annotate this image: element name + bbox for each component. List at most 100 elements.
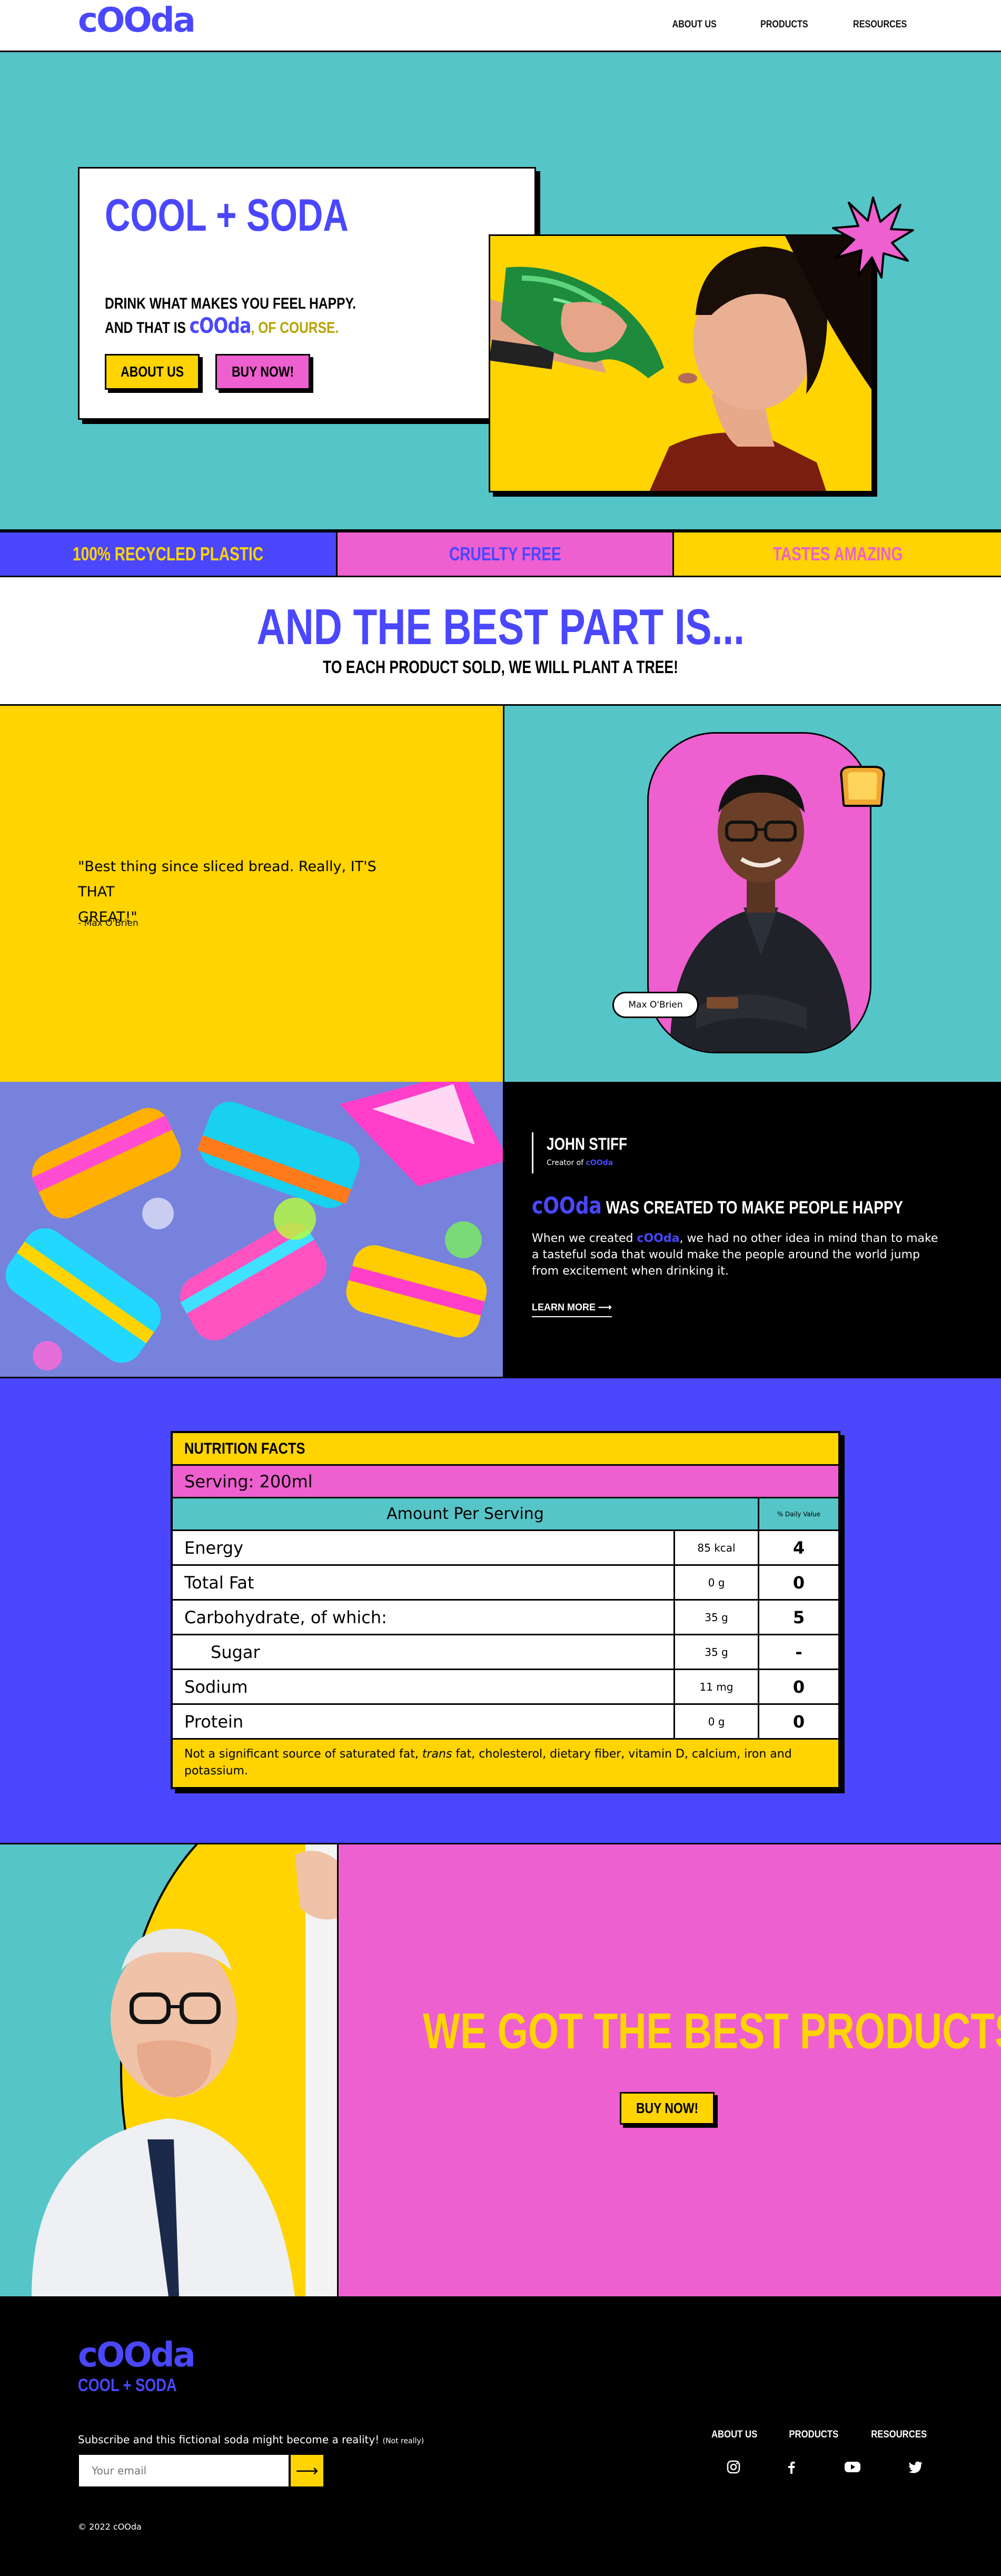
- surprised-man-illustration: [0, 1844, 337, 2296]
- footnote-italic: trans: [422, 1748, 452, 1761]
- daily-value-header: % Daily Value: [777, 1510, 821, 1518]
- founder-story-panel: JOHN STIFF Creator of cOOda cOOda WAS CR…: [504, 1082, 1001, 1377]
- footer: cOOda COOL + SODA Subscribe and this fic…: [0, 2296, 1001, 2576]
- testimonial-quote-panel: "Best thing since sliced bread. Really, …: [0, 706, 504, 1082]
- strip-cruelty-free-label: CRUELTY FREE: [449, 543, 561, 565]
- nutrition-serving: Serving: 200ml: [173, 1466, 838, 1498]
- strip-recycled-label: 100% RECYCLED PLASTIC: [72, 543, 263, 565]
- copyright: © 2022 cOOda: [78, 2522, 142, 2532]
- nutrient-daily-value: 5: [792, 1607, 805, 1627]
- nutrient-amount: 35 g: [675, 1635, 759, 1669]
- hero-title: COOL + SODA: [105, 190, 349, 241]
- nutrition-footnote: Not a significant source of saturated fa…: [173, 1740, 838, 1787]
- nutrient-daily-value: 0: [792, 1676, 805, 1697]
- nav-link-resources[interactable]: RESOURCES: [853, 19, 907, 31]
- facebook-icon[interactable]: [782, 2457, 801, 2476]
- drinking-person-illustration: [490, 236, 871, 491]
- strip-cruelty-free: CRUELTY FREE: [336, 531, 674, 577]
- table-row: Protein 0 g 0: [173, 1705, 838, 1740]
- youtube-icon[interactable]: [843, 2457, 862, 2476]
- learn-more-link[interactable]: LEARN MORE ⟶: [532, 1302, 612, 1317]
- story-headline-rest: WAS CREATED TO MAKE PEOPLE HAPPY: [601, 1198, 904, 1218]
- footer-link-about[interactable]: ABOUT US: [711, 2429, 757, 2441]
- twitter-icon[interactable]: [906, 2457, 925, 2476]
- best-part-section: AND THE BEST PART IS... TO EACH PRODUCT …: [0, 577, 1001, 706]
- founder-role-prefix: Creator of: [547, 1159, 586, 1167]
- testimonial-photo-panel: Max O'Brien: [504, 706, 1001, 1082]
- best-part-title-text: AND THE BEST PART IS...: [256, 599, 745, 655]
- table-row: Carbohydrate, of which: 35 g 5: [173, 1601, 838, 1635]
- products-buy-now-label: BUY NOW!: [636, 2100, 699, 2116]
- nav-links: ABOUT US PRODUCTS RESOURCES: [668, 19, 911, 31]
- testimonial-name-pill: Max O'Brien: [612, 992, 699, 1018]
- footer-logo[interactable]: cOOda: [78, 2336, 196, 2375]
- nutrient-name: Sugar: [173, 1635, 675, 1669]
- story-body-prefix: When we created: [532, 1232, 637, 1245]
- table-row: Sodium 11 mg 0: [173, 1670, 838, 1705]
- best-part-subtitle-text: TO EACH PRODUCT SOLD, WE WILL PLANT A TR…: [323, 657, 678, 677]
- nutrient-amount: 11 mg: [675, 1670, 759, 1703]
- nutrient-name: Total Fat: [173, 1566, 675, 1599]
- hero-line-2-suffix: , OF COURSE.: [251, 319, 339, 337]
- nutrition-facts-table: NUTRITION FACTS Serving: 200ml Amount Pe…: [171, 1431, 840, 1789]
- best-part-subtitle: TO EACH PRODUCT SOLD, WE WILL PLANT A TR…: [0, 657, 1001, 678]
- logo[interactable]: cOOda: [78, 1, 196, 40]
- story-body-brand: cOOda: [637, 1232, 680, 1245]
- starburst-icon: [832, 196, 914, 279]
- products-buy-now-button[interactable]: BUY NOW!: [620, 2092, 715, 2125]
- strip-tastes-amazing: TASTES AMAZING: [674, 531, 1001, 577]
- nutrient-amount: 0 g: [675, 1705, 759, 1738]
- footer-link-products[interactable]: PRODUCTS: [789, 2429, 838, 2441]
- instagram-icon[interactable]: [724, 2457, 743, 2476]
- founder-role: Creator of cOOda: [547, 1159, 613, 1167]
- footer-tagline: COOL + SODA: [78, 2375, 177, 2395]
- quote-line-1: "Best thing since sliced bread. Really, …: [78, 858, 376, 900]
- nutrient-amount: 85 kcal: [675, 1531, 759, 1564]
- hero-photo-drinking: [489, 234, 873, 492]
- products-title-text: WE GOT THE BEST PRODUCTS: [423, 2003, 1001, 2059]
- nav-link-about[interactable]: ABOUT US: [672, 19, 716, 31]
- nutrition-title: NUTRITION FACTS: [173, 1433, 838, 1466]
- top-nav: cOOda ABOUT US PRODUCTS RESOURCES: [0, 0, 1001, 52]
- about-us-label: ABOUT US: [121, 363, 184, 380]
- nutrient-name: Carbohydrate, of which:: [173, 1601, 675, 1634]
- strip-recycled: 100% RECYCLED PLASTIC: [0, 531, 336, 577]
- founder-role-brand: cOOda: [586, 1159, 613, 1167]
- surprised-man-panel: [0, 1844, 337, 2296]
- footnote-prefix: Not a significant source of saturated fa…: [184, 1748, 422, 1761]
- table-row: Total Fat 0 g 0: [173, 1566, 838, 1601]
- nutrition-header-row: Amount Per Serving % Daily Value: [173, 1498, 838, 1531]
- best-part-title: AND THE BEST PART IS...: [0, 598, 1001, 656]
- email-field[interactable]: [78, 2454, 290, 2488]
- nutrient-amount: 35 g: [675, 1601, 759, 1634]
- about-us-button[interactable]: ABOUT US: [105, 354, 200, 390]
- subscribe-text: Subscribe and this fictional soda might …: [78, 2433, 424, 2446]
- hero-line-2: AND THAT IS cOOda, OF COURSE.: [105, 314, 339, 338]
- table-row: Energy 85 kcal 4: [173, 1531, 838, 1566]
- nav-link-products[interactable]: PRODUCTS: [760, 19, 808, 31]
- bread-toast-icon: [840, 766, 885, 807]
- footer-link-resources[interactable]: RESOURCES: [871, 2429, 927, 2441]
- products-title: WE GOT THE BEST PRODUCTS: [339, 2002, 1001, 2060]
- subscribe-text-small: (Not really): [382, 2437, 424, 2445]
- strip-tastes-amazing-label: TASTES AMAZING: [772, 543, 903, 565]
- founder-name: JOHN STIFF: [547, 1134, 628, 1153]
- subscribe-submit-button[interactable]: ⟶: [290, 2454, 324, 2488]
- nutrient-daily-value: 0: [792, 1711, 805, 1732]
- amount-per-serving-header: Amount Per Serving: [173, 1498, 759, 1529]
- nutrient-name: Energy: [173, 1531, 675, 1564]
- buy-now-label: BUY NOW!: [231, 363, 294, 380]
- story-headline-brand: cOOda: [532, 1192, 602, 1219]
- nutrient-name: Protein: [173, 1705, 675, 1738]
- social-links: [719, 2457, 929, 2479]
- nutrition-section: NUTRITION FACTS Serving: 200ml Amount Pe…: [0, 1377, 1001, 1844]
- hero-section: COOL + SODA DRINK WHAT MAKES YOU FEEL HA…: [0, 52, 1001, 531]
- hero-line-1: DRINK WHAT MAKES YOU FEEL HAPPY.: [105, 295, 356, 312]
- testimonial-author: - Max O'Brien: [78, 918, 138, 929]
- nutrition-title-text: NUTRITION FACTS: [184, 1439, 305, 1457]
- soda-cans-image: [0, 1082, 504, 1377]
- nutrient-name: Sodium: [173, 1670, 675, 1703]
- story-headline: cOOda WAS CREATED TO MAKE PEOPLE HAPPY: [532, 1192, 903, 1219]
- nutrient-amount: 0 g: [675, 1566, 759, 1599]
- buy-now-button[interactable]: BUY NOW!: [215, 354, 310, 390]
